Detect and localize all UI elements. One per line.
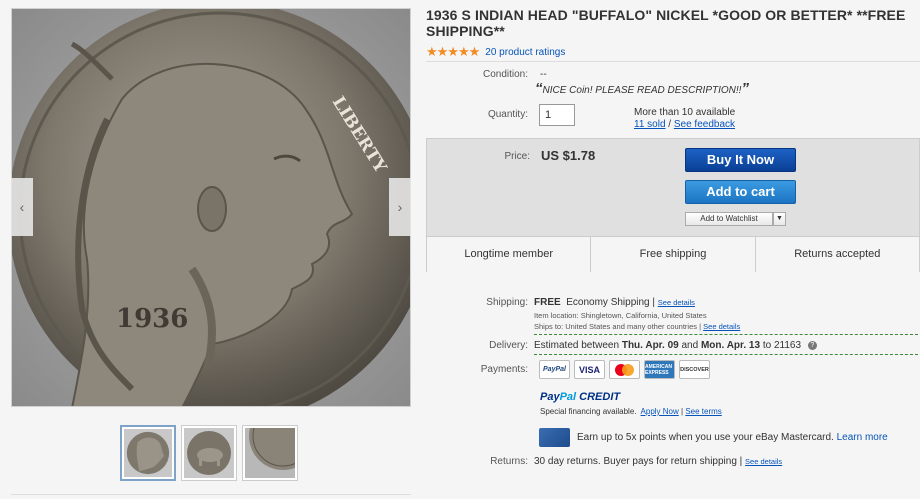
price-value: US $1.78: [541, 148, 596, 163]
delivery-zip: to 21163: [762, 340, 802, 351]
coin-date-text: 1936: [116, 304, 188, 334]
buy-box: Price: US $1.78 Buy It Now Add to cart A…: [426, 138, 920, 272]
quantity-input[interactable]: 1: [539, 104, 575, 126]
help-icon[interactable]: ?: [807, 340, 817, 350]
mastercard-icon: [609, 360, 640, 379]
shipping-method: Economy Shipping |: [566, 297, 655, 308]
ships-to-details-link[interactable]: See details: [703, 322, 740, 331]
returns-label: Returns:: [490, 456, 528, 467]
chevron-right-icon: ›: [397, 199, 403, 215]
mastercard-promo-text: Earn up to 5x points when you use your e…: [577, 432, 834, 443]
visa-icon: VISA: [574, 360, 605, 379]
returns-details-link[interactable]: See details: [745, 457, 782, 466]
divider: [11, 494, 411, 495]
rating: ★★★★★ 20 product ratings: [426, 44, 565, 60]
thumbnail-3[interactable]: [242, 425, 298, 481]
shipping-info: FREE Economy Shipping | See details: [534, 297, 695, 308]
buy-it-now-button[interactable]: Buy It Now: [685, 148, 796, 172]
ratings-link[interactable]: 20 product ratings: [485, 47, 565, 58]
badge-longtime-member: Longtime member: [427, 237, 592, 272]
add-to-cart-button[interactable]: Add to cart: [685, 180, 796, 204]
coin-photo: LIBERTY 1936: [12, 9, 410, 406]
learn-more-link[interactable]: Learn more: [837, 432, 888, 443]
delivery-and: and: [681, 340, 699, 351]
thumbnail-closeup-image: [245, 428, 295, 478]
prev-image-button[interactable]: ‹: [11, 178, 33, 236]
condition-value: --: [540, 69, 547, 80]
ships-to: Ships to: United States and many other c…: [534, 322, 740, 331]
item-title: 1936 S INDIAN HEAD "BUFFALO" NICKEL *GOO…: [426, 7, 906, 39]
divider: [534, 354, 918, 355]
thumbnail-1[interactable]: [120, 425, 176, 481]
returns-info: 30 day returns. Buyer pays for return sh…: [534, 456, 782, 467]
returns-text: 30 day returns. Buyer pays for return sh…: [534, 456, 743, 467]
badge-free-shipping: Free shipping: [591, 237, 756, 272]
quantity-label: Quantity:: [487, 109, 528, 120]
next-image-button[interactable]: ›: [389, 178, 411, 236]
badge-returns-accepted: Returns accepted: [794, 248, 881, 260]
separator: |: [681, 407, 684, 416]
ebay-mastercard-icon: [539, 428, 570, 447]
special-financing: Special financing available. Apply Now |…: [540, 407, 722, 416]
mastercard-promo: Earn up to 5x points when you use your e…: [577, 432, 888, 443]
shipping-details-link[interactable]: See details: [658, 298, 695, 307]
mastercard-yellow-circle: [622, 363, 634, 376]
paypal-icon: PayPal: [539, 360, 570, 379]
item-details: 1936 S INDIAN HEAD "BUFFALO" NICKEL *GOO…: [420, 0, 920, 499]
paypal-credit-pal: Pal: [559, 391, 577, 403]
item-location: Item location: Shingletown, California, …: [534, 311, 707, 320]
thumbnail-2[interactable]: [181, 425, 237, 481]
thumbnail-strip: [120, 425, 298, 481]
delivery-prefix: Estimated between: [534, 340, 620, 351]
price-label: Price:: [504, 151, 530, 162]
condition-label: Condition:: [482, 69, 528, 80]
delivery-date-start: Thu. Apr. 09: [621, 340, 679, 351]
paypal-credit-word: CREDIT: [579, 391, 621, 403]
separator: /: [668, 119, 672, 130]
availability: More than 10 available 11 sold / See fee…: [634, 107, 735, 131]
condition-description-text: NICE Coin! PLEASE READ DESCRIPTION!!: [542, 85, 742, 96]
star-rating-icon: ★★★★★: [426, 44, 480, 59]
delivery-label: Delivery:: [489, 340, 528, 351]
chevron-left-icon: ‹: [19, 199, 25, 215]
shipping-free: FREE: [534, 297, 561, 308]
watchlist-dropdown-icon[interactable]: ▼: [773, 212, 786, 226]
delivery-date-end: Mon. Apr. 13: [700, 340, 761, 351]
financing-text: Special financing available.: [540, 407, 637, 416]
divider: [426, 61, 920, 62]
apply-now-link[interactable]: Apply Now: [641, 407, 679, 416]
main-coin-image[interactable]: LIBERTY 1936: [11, 8, 411, 407]
see-terms-link[interactable]: See terms: [685, 407, 721, 416]
shipping-label: Shipping:: [486, 297, 528, 308]
condition-description: “NICE Coin! PLEASE READ DESCRIPTION!!”: [535, 80, 749, 97]
payments-label: Payments:: [480, 364, 528, 375]
thumbnail-reverse-image: [184, 428, 234, 478]
image-gallery: LIBERTY 1936 ‹ ›: [0, 0, 420, 499]
delivery-estimate: Estimated between Thu. Apr. 09 and Mon. …: [534, 340, 817, 351]
ships-to-text: Ships to: United States and many other c…: [534, 322, 702, 331]
add-to-watchlist-button[interactable]: Add to Watchlist: [685, 212, 773, 226]
see-feedback-link[interactable]: See feedback: [674, 119, 735, 130]
available-count: More than 10 available: [634, 107, 736, 118]
seller-badges: Longtime member Free shipping Returns ac…: [427, 236, 919, 272]
paypal-credit-logo: PayPal CREDIT: [540, 391, 620, 403]
thumbnail-obverse-image: [124, 429, 172, 477]
amex-icon: AMERICAN EXPRESS: [644, 360, 675, 379]
divider: [534, 334, 918, 335]
paypal-credit-pay: Pay: [540, 391, 560, 403]
sold-link[interactable]: 11 sold: [634, 119, 666, 130]
payment-methods: PayPal VISA AMERICAN EXPRESS DISCOVER: [539, 360, 710, 379]
discover-icon: DISCOVER: [679, 360, 710, 379]
